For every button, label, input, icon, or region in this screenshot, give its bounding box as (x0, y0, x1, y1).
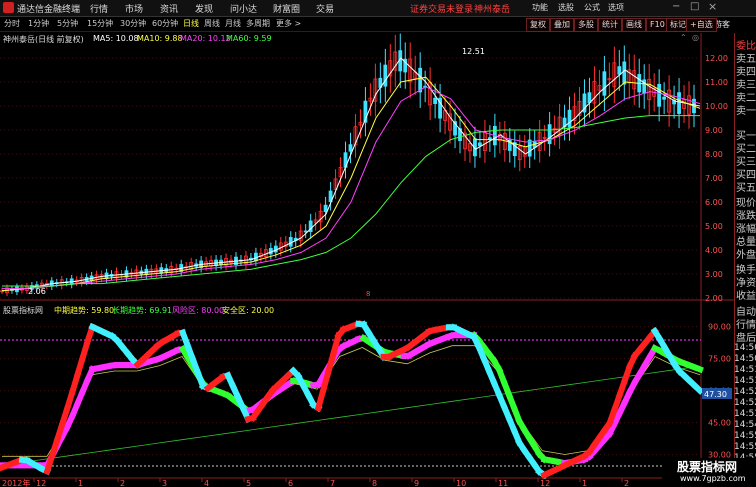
low-price-label: 2.06 (28, 287, 46, 296)
candle-body (662, 96, 667, 100)
indicator-tick-label: 45.00 (708, 419, 731, 428)
indicator-tick-label: 90.00 (708, 323, 731, 332)
indicator-tick-label: 75.00 (708, 355, 731, 364)
candle-body (677, 92, 681, 114)
risk-zone-value: 风险区: 80.00 (172, 306, 225, 315)
x-axis-label: 12 (540, 479, 550, 487)
candle-body (622, 61, 627, 85)
price-tick-label: 10.00 (705, 102, 728, 111)
sidebar-ask1[interactable]: 卖一 (736, 102, 756, 117)
trade-time-entry: 14:52 (734, 398, 756, 408)
sidebar-bid5[interactable]: 买五 (736, 179, 756, 194)
safe-zone-value: 安全区: 20.00 (222, 306, 275, 315)
candle-body (418, 67, 423, 93)
price-tick-label: 9.00 (705, 126, 723, 135)
chart-canvas: 12.0011.0010.009.008.007.006.005.004.003… (0, 33, 734, 487)
indicator-title: 股票指标网 (3, 306, 43, 315)
watermark: 股票指标网 www.7gpzb.com (662, 458, 756, 487)
long-trend-value: 长期趋势: 69.91 (112, 306, 173, 315)
trade-time-entry: 14:54 (734, 420, 756, 430)
indicator-header: 股票指标网 中期趋势: 59.80 长期趋势: 69.91 风险区: 80.00… (0, 304, 700, 316)
ma-line-ma5 (1, 57, 701, 292)
candle-body (547, 124, 552, 145)
time-axis: 2012年12123456789101112123 (2, 478, 671, 487)
candle-body (303, 230, 308, 233)
trade-time-entry: 14:55 (734, 431, 756, 441)
candle-body (273, 245, 278, 253)
price-tick-label: 4.00 (705, 246, 723, 255)
event-marker: 8 (366, 290, 370, 298)
long-trend-segment (691, 363, 704, 374)
indicator-lines (0, 319, 705, 480)
price-tick-label: 12.00 (705, 54, 728, 63)
high-price-label: 12.51 (462, 47, 485, 56)
x-axis-label: 1 (582, 479, 587, 487)
price-tick-label: 8.00 (705, 150, 723, 159)
sidebar-outer-volume[interactable]: 外盘 (736, 246, 756, 261)
watermark-title: 股票指标网 (677, 460, 738, 474)
price-tick-label: 5.00 (705, 222, 723, 231)
x-axis-label: 8 (372, 479, 377, 487)
moving-average-lines (1, 57, 701, 292)
candle-body (288, 237, 293, 247)
x-axis-label: 7 (330, 479, 335, 487)
price-tick-label: 6.00 (705, 198, 723, 207)
candle-body (567, 109, 572, 128)
x-axis-label: 10 (456, 479, 466, 487)
x-axis-label: 2 (120, 479, 125, 487)
ma-line-ma20 (2, 86, 701, 289)
trade-time-entry: 14:53 (734, 409, 756, 419)
price-tick-label: 11.00 (705, 78, 728, 87)
price-tick-label: 3.00 (705, 270, 723, 279)
x-axis-label: 11 (498, 479, 508, 487)
watermark-url: www.7gpzb.com (680, 474, 746, 483)
candle-body (348, 144, 353, 152)
x-axis-label: 2 (624, 479, 629, 487)
sidebar-earnings[interactable]: 收益 (736, 287, 756, 302)
current-value-text: 47.30 (704, 390, 727, 399)
x-axis-label: 12 (36, 479, 46, 487)
mid-trend-value: 中期趋势: 59.80 (54, 306, 115, 315)
time-list: 14:5014:5014:5114:5114:5214:5214:5314:54… (734, 343, 756, 460)
x-axis-label: 1 (78, 479, 83, 487)
price-tick-label: 2.00 (705, 294, 723, 303)
candlesticks (0, 33, 696, 297)
x-axis-label: 6 (288, 479, 293, 487)
candle-body (433, 97, 438, 104)
trade-time-entry: 14:52 (734, 387, 756, 397)
trade-time-entry: 14:51 (734, 376, 756, 386)
candle-body (602, 71, 607, 96)
candle-body (657, 83, 662, 107)
candle-body (587, 92, 592, 104)
trade-time-entry: 14:55 (734, 442, 756, 452)
candle-body (527, 139, 532, 157)
trade-time-entry: 14:51 (734, 365, 756, 375)
trade-time-entry: 14:50 (734, 343, 756, 353)
x-axis-label: 9 (414, 479, 419, 487)
x-axis-label: 5 (246, 479, 251, 487)
x-axis-label: 4 (204, 479, 209, 487)
candle-body (323, 204, 328, 212)
x-axis-year: 2012年 (2, 478, 30, 487)
ma-line-ma10 (1, 76, 701, 292)
candle-body (478, 142, 482, 147)
price-tick-label: 7.00 (705, 174, 723, 183)
trade-time-entry: 14:50 (734, 354, 756, 364)
x-axis-label: 3 (162, 479, 167, 487)
price-axis: 12.00 11.00 10.00 9.00 8.00 7.00 6.00 5.00 4.00 3… (705, 54, 728, 303)
candle-body (617, 66, 622, 75)
mid-trend-segment (690, 381, 705, 395)
candle-body (383, 64, 388, 87)
